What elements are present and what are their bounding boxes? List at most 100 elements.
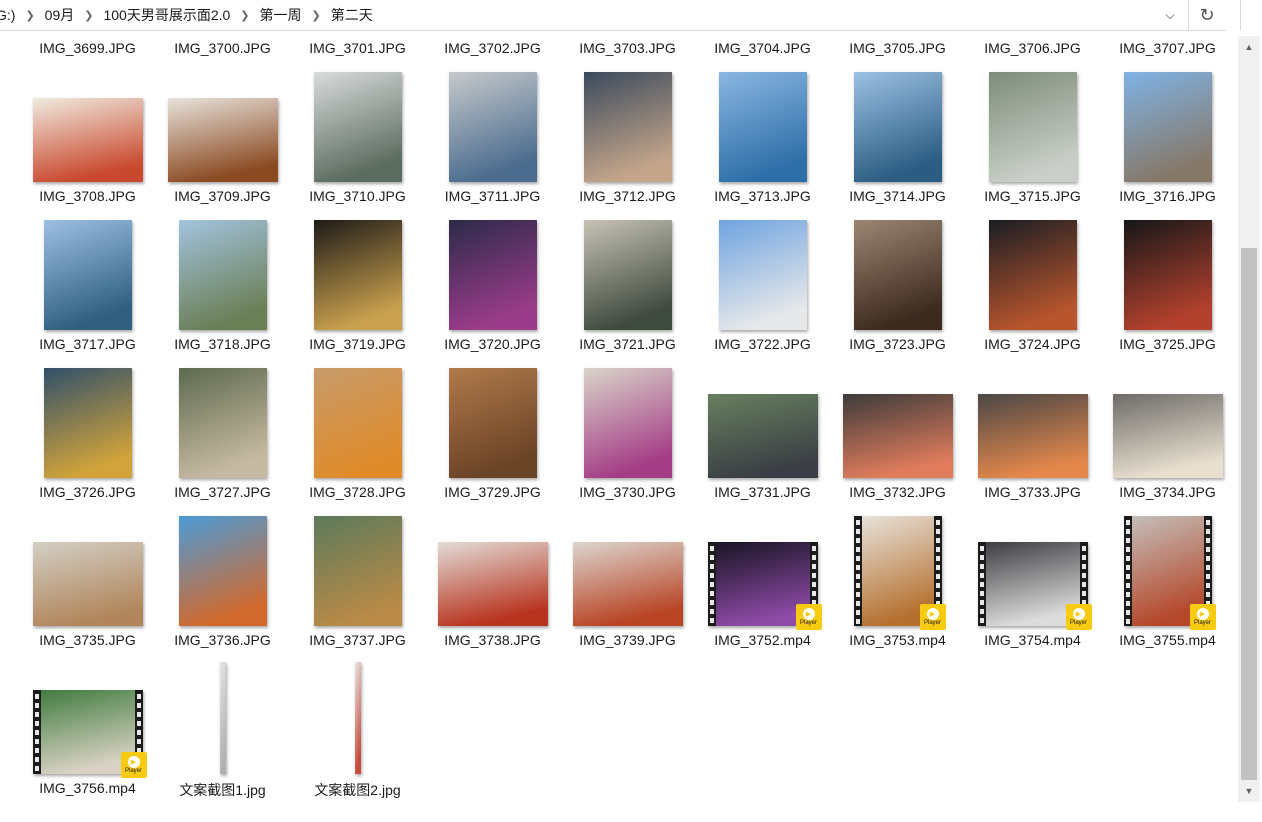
image-thumbnail[interactable] bbox=[448, 72, 537, 182]
file-name-label[interactable]: IMG_3699.JPG bbox=[20, 40, 155, 56]
vertical-scrollbar[interactable]: ▲ ▼ bbox=[1238, 36, 1260, 802]
chevron-right-icon[interactable]: ❯ bbox=[80, 9, 97, 22]
file-name-label[interactable]: IMG_3709.JPG bbox=[155, 188, 290, 204]
image-thumbnail[interactable] bbox=[977, 394, 1088, 478]
breadcrumb-week[interactable]: 第一周 bbox=[254, 0, 308, 30]
file-name-label[interactable]: IMG_3736.JPG bbox=[155, 632, 290, 648]
file-name-label[interactable]: IMG_3730.JPG bbox=[560, 484, 695, 500]
image-thumbnail[interactable] bbox=[167, 98, 278, 182]
image-thumbnail[interactable] bbox=[853, 220, 942, 330]
image-thumbnail[interactable] bbox=[354, 662, 361, 774]
file-name-label[interactable]: IMG_3727.JPG bbox=[155, 484, 290, 500]
play-icon: ▶ bbox=[802, 608, 815, 620]
image-thumbnail[interactable] bbox=[718, 220, 807, 330]
refresh-icon[interactable]: ↻ bbox=[1189, 0, 1225, 30]
file-name-label[interactable]: IMG_3737.JPG bbox=[290, 632, 425, 648]
file-name-label[interactable]: IMG_3726.JPG bbox=[20, 484, 155, 500]
file-name-label[interactable]: IMG_3723.JPG bbox=[830, 336, 965, 352]
file-name-label[interactable]: IMG_3729.JPG bbox=[425, 484, 560, 500]
file-name-label[interactable]: IMG_3700.JPG bbox=[155, 40, 290, 56]
scroll-up-arrow-icon[interactable]: ▲ bbox=[1238, 38, 1260, 56]
image-thumbnail[interactable] bbox=[1123, 72, 1212, 182]
image-thumbnail[interactable] bbox=[572, 542, 683, 626]
image-thumbnail[interactable] bbox=[583, 368, 672, 478]
file-name-label[interactable]: IMG_3722.JPG bbox=[695, 336, 830, 352]
scrollbar-thumb[interactable] bbox=[1241, 248, 1257, 780]
image-thumbnail[interactable] bbox=[32, 98, 143, 182]
file-name-label[interactable]: IMG_3756.mp4 bbox=[20, 780, 155, 796]
file-name-label[interactable]: IMG_3725.JPG bbox=[1100, 336, 1235, 352]
image-thumbnail[interactable] bbox=[583, 220, 672, 330]
file-name-label[interactable]: IMG_3718.JPG bbox=[155, 336, 290, 352]
file-name-label[interactable]: IMG_3721.JPG bbox=[560, 336, 695, 352]
image-thumbnail[interactable] bbox=[437, 542, 548, 626]
image-thumbnail[interactable] bbox=[178, 516, 267, 626]
scroll-down-arrow-icon[interactable]: ▼ bbox=[1238, 782, 1260, 800]
file-name-label[interactable]: IMG_3706.JPG bbox=[965, 40, 1100, 56]
image-thumbnail[interactable] bbox=[718, 72, 807, 182]
image-thumbnail[interactable] bbox=[988, 220, 1077, 330]
image-thumbnail[interactable] bbox=[842, 394, 953, 478]
file-name-label[interactable]: IMG_3701.JPG bbox=[290, 40, 425, 56]
file-name-label[interactable]: 文案截图1.jpg bbox=[155, 780, 290, 800]
image-thumbnail[interactable] bbox=[313, 516, 402, 626]
file-name-label[interactable]: IMG_3728.JPG bbox=[290, 484, 425, 500]
file-name-label[interactable]: IMG_3735.JPG bbox=[20, 632, 155, 648]
file-name-label[interactable]: IMG_3734.JPG bbox=[1100, 484, 1235, 500]
chevron-right-icon[interactable]: ❯ bbox=[308, 9, 325, 22]
file-name-label[interactable]: IMG_3710.JPG bbox=[290, 188, 425, 204]
file-name-label[interactable]: IMG_3713.JPG bbox=[695, 188, 830, 204]
address-bar[interactable]: G:) ❯ 09月 ❯ 100天男哥展示面2.0 ❯ 第一周 ❯ 第二天 bbox=[0, 0, 1226, 31]
image-thumbnail[interactable] bbox=[583, 72, 672, 182]
file-name-label[interactable]: IMG_3703.JPG bbox=[560, 40, 695, 56]
file-name-label[interactable]: 文案截图2.jpg bbox=[290, 780, 425, 800]
chevron-right-icon[interactable]: ❯ bbox=[21, 9, 38, 22]
image-thumbnail[interactable] bbox=[1112, 394, 1223, 478]
breadcrumb-project[interactable]: 100天男哥展示面2.0 bbox=[97, 0, 236, 30]
chevron-right-icon[interactable]: ❯ bbox=[236, 9, 253, 22]
file-name-label[interactable]: IMG_3711.JPG bbox=[425, 188, 560, 204]
file-name-label[interactable]: IMG_3720.JPG bbox=[425, 336, 560, 352]
file-name-label[interactable]: IMG_3754.mp4 bbox=[965, 632, 1100, 648]
file-name-label[interactable]: IMG_3719.JPG bbox=[290, 336, 425, 352]
file-name-label[interactable]: IMG_3731.JPG bbox=[695, 484, 830, 500]
file-name-label[interactable]: IMG_3715.JPG bbox=[965, 188, 1100, 204]
image-thumbnail[interactable] bbox=[448, 220, 537, 330]
file-name-label[interactable]: IMG_3755.mp4 bbox=[1100, 632, 1235, 648]
file-name-label[interactable]: IMG_3738.JPG bbox=[425, 632, 560, 648]
breadcrumb-drive[interactable]: G:) bbox=[0, 0, 21, 30]
image-thumbnail[interactable] bbox=[448, 368, 537, 478]
breadcrumb-month[interactable]: 09月 bbox=[39, 0, 81, 30]
image-thumbnail[interactable] bbox=[988, 72, 1077, 182]
file-name-label[interactable]: IMG_3702.JPG bbox=[425, 40, 560, 56]
file-name-label[interactable]: IMG_3712.JPG bbox=[560, 188, 695, 204]
file-name-label[interactable]: IMG_3708.JPG bbox=[20, 188, 155, 204]
file-name-label[interactable]: IMG_3707.JPG bbox=[1100, 40, 1235, 56]
image-thumbnail[interactable] bbox=[32, 542, 143, 626]
search-box-edge[interactable] bbox=[1240, 0, 1262, 30]
chevron-down-icon[interactable]: ⌵ bbox=[1152, 0, 1188, 30]
file-name-label[interactable]: IMG_3717.JPG bbox=[20, 336, 155, 352]
image-thumbnail[interactable] bbox=[219, 662, 226, 774]
breadcrumb-day[interactable]: 第二天 bbox=[325, 0, 379, 30]
file-name-label[interactable]: IMG_3704.JPG bbox=[695, 40, 830, 56]
file-name-label[interactable]: IMG_3716.JPG bbox=[1100, 188, 1235, 204]
image-thumbnail[interactable] bbox=[43, 220, 132, 330]
image-thumbnail[interactable] bbox=[178, 220, 267, 330]
file-name-label[interactable]: IMG_3705.JPG bbox=[830, 40, 965, 56]
file-name-label[interactable]: IMG_3752.mp4 bbox=[695, 632, 830, 648]
file-name-label[interactable]: IMG_3724.JPG bbox=[965, 336, 1100, 352]
image-thumbnail[interactable] bbox=[178, 368, 267, 478]
image-thumbnail[interactable] bbox=[313, 368, 402, 478]
file-name-label[interactable]: IMG_3739.JPG bbox=[560, 632, 695, 648]
image-thumbnail[interactable] bbox=[707, 394, 818, 478]
image-thumbnail[interactable] bbox=[43, 368, 132, 478]
image-thumbnail[interactable] bbox=[313, 220, 402, 330]
file-name-label[interactable]: IMG_3714.JPG bbox=[830, 188, 965, 204]
file-name-label[interactable]: IMG_3733.JPG bbox=[965, 484, 1100, 500]
image-thumbnail[interactable] bbox=[853, 72, 942, 182]
image-thumbnail[interactable] bbox=[1123, 220, 1212, 330]
image-thumbnail[interactable] bbox=[313, 72, 402, 182]
file-name-label[interactable]: IMG_3732.JPG bbox=[830, 484, 965, 500]
file-name-label[interactable]: IMG_3753.mp4 bbox=[830, 632, 965, 648]
